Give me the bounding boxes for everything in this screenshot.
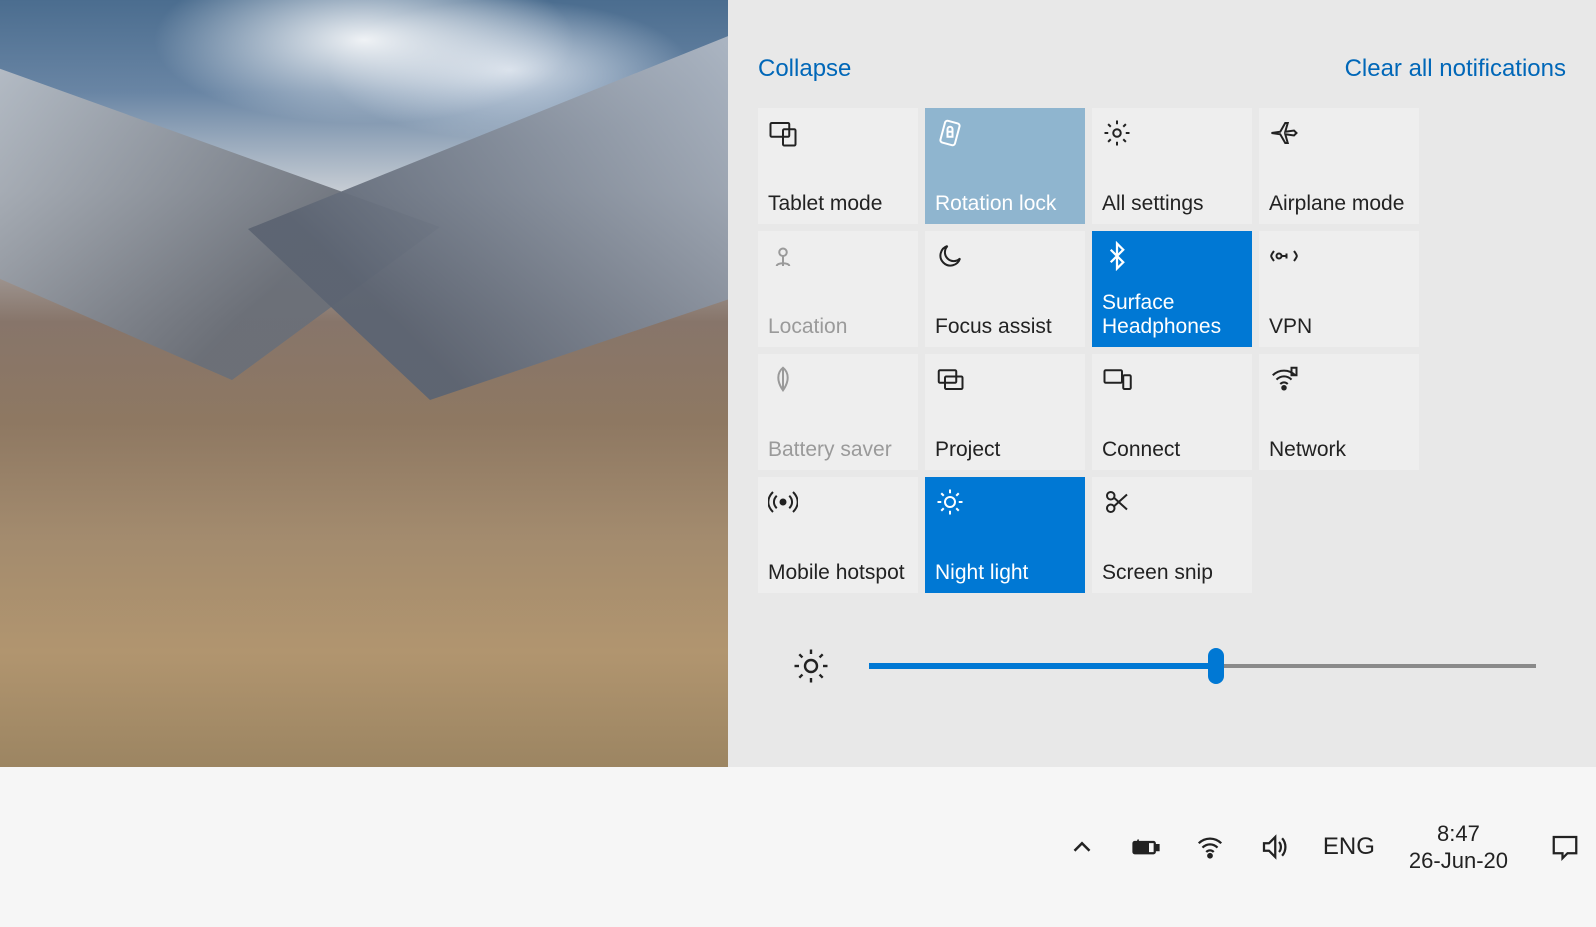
tile-label: Mobile hotspot xyxy=(768,561,908,585)
tile-location: Location xyxy=(758,231,918,347)
brightness-control xyxy=(728,593,1596,684)
brightness-slider[interactable] xyxy=(869,648,1536,684)
wifi-tray-icon[interactable] xyxy=(1195,832,1225,862)
tile-airplane-mode[interactable]: Airplane mode xyxy=(1259,108,1419,224)
tile-bluetooth[interactable]: Surface Headphones xyxy=(1092,231,1252,347)
tile-label: Focus assist xyxy=(935,315,1075,339)
bluetooth-icon xyxy=(1102,241,1132,271)
tile-label: Tablet mode xyxy=(768,192,908,216)
system-clock[interactable]: 8:47 26-Jun-20 xyxy=(1409,820,1508,875)
language-indicator[interactable]: ENG xyxy=(1323,833,1375,861)
tile-label: Connect xyxy=(1102,438,1242,462)
taskbar: ENG 8:47 26-Jun-20 xyxy=(0,767,1596,927)
collapse-button[interactable]: Collapse xyxy=(758,55,851,83)
wifi-icon xyxy=(1269,364,1299,394)
project-icon xyxy=(935,364,965,394)
tile-connect[interactable]: Connect xyxy=(1092,354,1252,470)
clock-time: 8:47 xyxy=(1409,820,1508,848)
vpn-icon xyxy=(1269,241,1299,271)
gear-icon xyxy=(1102,118,1132,148)
slider-fill xyxy=(869,663,1216,669)
airplane-icon xyxy=(1269,118,1299,148)
tile-label: Surface Headphones xyxy=(1102,291,1242,339)
tile-night-light[interactable]: Night light xyxy=(925,477,1085,593)
battery-charging-icon[interactable] xyxy=(1131,832,1161,862)
tile-rotation-lock[interactable]: Rotation lock xyxy=(925,108,1085,224)
rotation-lock-icon xyxy=(935,118,965,148)
hotspot-icon xyxy=(768,487,798,517)
brightness-icon xyxy=(793,648,829,684)
tile-label: Network xyxy=(1269,438,1409,462)
tile-label: All settings xyxy=(1102,192,1242,216)
moon-icon xyxy=(935,241,965,271)
scissors-icon xyxy=(1102,487,1132,517)
tile-mobile-hotspot[interactable]: Mobile hotspot xyxy=(758,477,918,593)
tile-vpn[interactable]: VPN xyxy=(1259,231,1419,347)
location-icon xyxy=(768,241,798,271)
tile-label: Location xyxy=(768,315,908,339)
tablet-mode-icon xyxy=(768,118,798,148)
clock-date: 26-Jun-20 xyxy=(1409,847,1508,875)
tile-label: Airplane mode xyxy=(1269,192,1409,216)
tile-label: Project xyxy=(935,438,1075,462)
clear-notifications-button[interactable]: Clear all notifications xyxy=(1345,55,1566,83)
tile-label: Night light xyxy=(935,561,1075,585)
tile-label: Battery saver xyxy=(768,438,908,462)
leaf-icon xyxy=(768,364,798,394)
tile-label: VPN xyxy=(1269,315,1409,339)
tile-project[interactable]: Project xyxy=(925,354,1085,470)
volume-tray-icon[interactable] xyxy=(1259,832,1289,862)
action-center-header: Collapse Clear all notifications xyxy=(728,0,1596,108)
tile-all-settings[interactable]: All settings xyxy=(1092,108,1252,224)
tile-tablet-mode[interactable]: Tablet mode xyxy=(758,108,918,224)
night-light-icon xyxy=(935,487,965,517)
tile-screen-snip[interactable]: Screen snip xyxy=(1092,477,1252,593)
action-center-tray-button[interactable] xyxy=(1548,832,1582,862)
tray-overflow-icon[interactable] xyxy=(1067,832,1097,862)
tile-battery-saver: Battery saver xyxy=(758,354,918,470)
slider-thumb[interactable] xyxy=(1208,648,1224,684)
quick-action-tiles: Tablet mode Rotation lock All settings Airp… xyxy=(728,108,1449,593)
action-center-panel: Collapse Clear all notifications Tablet … xyxy=(728,0,1596,767)
desktop-wallpaper xyxy=(0,0,728,767)
tile-label: Rotation lock xyxy=(935,192,1075,216)
tile-focus-assist[interactable]: Focus assist xyxy=(925,231,1085,347)
tile-label: Screen snip xyxy=(1102,561,1242,585)
tile-network[interactable]: Network xyxy=(1259,354,1419,470)
connect-icon xyxy=(1102,364,1132,394)
